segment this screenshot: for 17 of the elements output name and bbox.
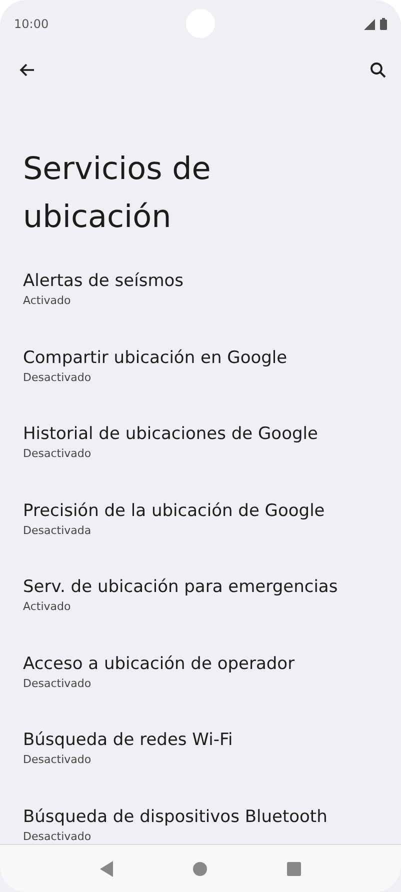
page-title: Servicios de ubicación [23, 150, 212, 237]
settings-item[interactable]: Serv. de ubicación para emergencias Activado [0, 575, 401, 652]
settings-item[interactable]: Historial de ubicaciones de Google Desactivado [0, 422, 401, 498]
home-icon[interactable] [193, 862, 208, 876]
settings-item[interactable]: Búsqueda de redes Wi-Fi Desactivado [0, 728, 401, 804]
back-icon[interactable] [19, 63, 35, 77]
settings-item[interactable]: Acceso a ubicación de operador Desactivado [0, 652, 401, 728]
settings-item[interactable]: Compartir ubicación en Google Desactivado [0, 346, 401, 422]
recents-icon[interactable] [287, 862, 302, 876]
settings-item[interactable]: Alertas de seísmos Activado [0, 269, 401, 346]
back-triangle-icon[interactable] [100, 860, 114, 876]
settings-item[interactable]: Búsqueda de dispositivos Bluetooth Desactivado [0, 804, 401, 844]
signal-icon [364, 19, 375, 30]
settings-item[interactable]: Precisión de la ubicación de Google Desactivada [0, 498, 401, 575]
search-icon[interactable] [370, 62, 386, 78]
battery-icon [380, 18, 387, 30]
status-time: 10:00 [14, 17, 49, 31]
